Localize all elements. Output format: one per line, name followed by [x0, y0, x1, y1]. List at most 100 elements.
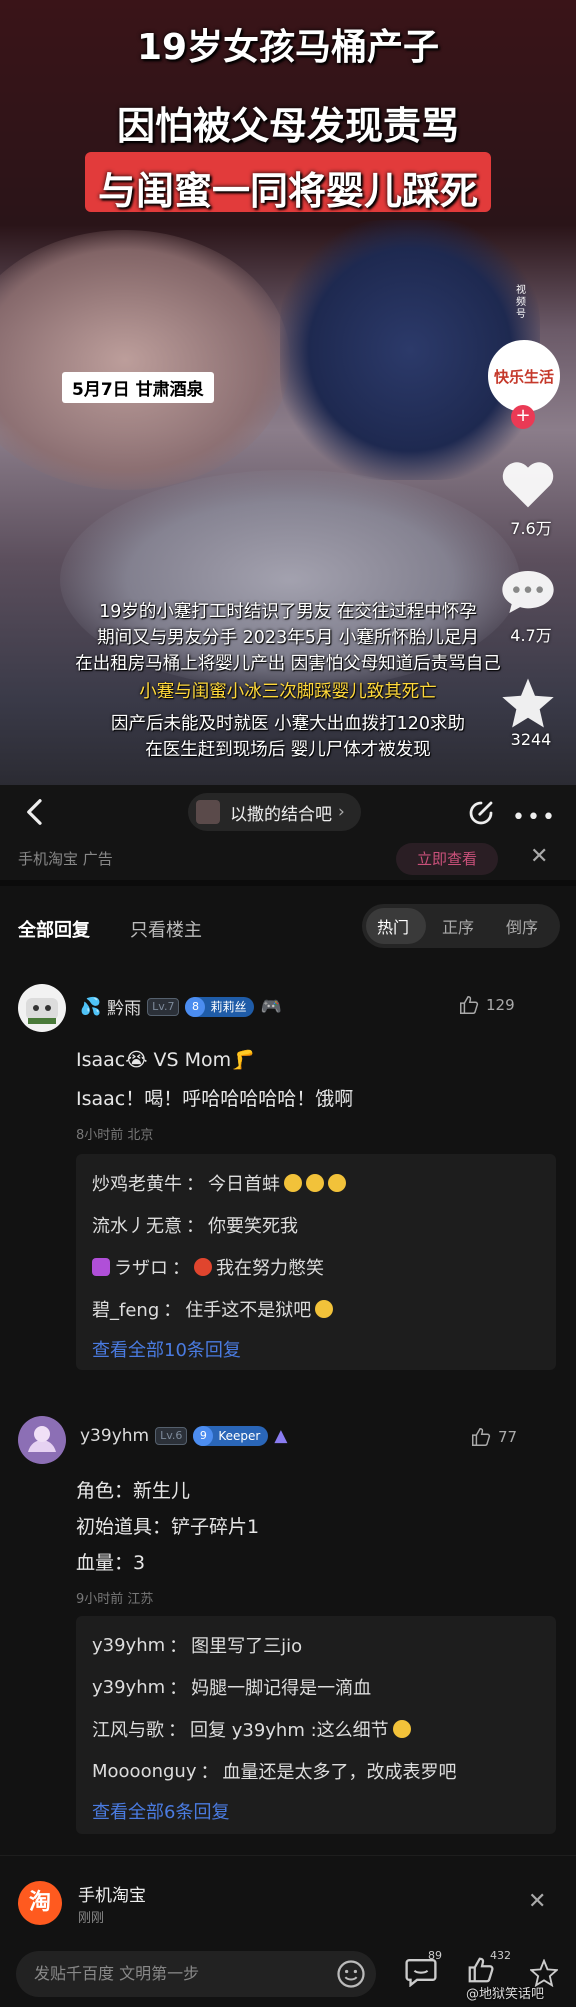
chevron-right-icon: ›	[338, 802, 345, 822]
follow-plus-icon[interactable]: +	[511, 405, 535, 429]
more-icon[interactable]: •••	[512, 805, 557, 830]
emoji-icon	[194, 1258, 212, 1276]
reply-text: 血量还是太多了，改成表罗吧	[222, 1762, 457, 1783]
avatar-image	[18, 1416, 66, 1464]
watermark: @地狱笑话吧	[466, 1987, 545, 2002]
reply-separator: ：	[163, 1300, 182, 1321]
user-avatar-icon	[92, 1258, 110, 1276]
ad-label: 手机淘宝 广告	[18, 850, 113, 868]
reply-separator: ：	[169, 1678, 188, 1699]
location-tag: 5月7日 甘肃酒泉	[62, 372, 214, 403]
reply-item[interactable]: 江风与歌：回复 y39yhm :这么细节	[92, 1716, 411, 1742]
reply-text: 图里写了三jio	[191, 1636, 303, 1657]
reply-item[interactable]: Moooonguy：血量还是太多了，改成表罗吧	[92, 1758, 456, 1784]
reply-thread: 炒鸡老黄牛：今日首蚌 流水丿无意：你要笑死我 ラザロ：我在努力憋笑 碧_feng…	[76, 1154, 556, 1370]
sort-ascending[interactable]: 正序	[442, 914, 474, 938]
subtitle-line: 19岁的小蹇打工时结识了男友 在交往过程中怀孕	[99, 602, 477, 622]
view-all-replies-link[interactable]: 查看全部6条回复	[92, 1798, 229, 1824]
reply-text: 住手这不是狱吧	[185, 1300, 312, 1321]
reply-item[interactable]: 碧_feng：住手这不是狱吧	[92, 1296, 334, 1322]
reply-author: y39yhm	[92, 1676, 166, 1698]
reply-separator: ：	[172, 1258, 190, 1279]
level-badge: Lv.6	[155, 1427, 188, 1445]
notification-time: 刚刚	[78, 1911, 105, 1926]
fan-badge-number: 8	[185, 996, 206, 1017]
comment-author-row: y39yhm Lv.6 9 Keeper ▲	[80, 1426, 287, 1446]
comment-item: 💦 黔雨 Lv.7 8 莉莉丝 🎮 129 Isaac😭 VS Mom🦵 Isaa…	[0, 966, 576, 1396]
forum-avatar	[196, 800, 220, 824]
forum-name-chip[interactable]: 以撒的结合吧 ›	[188, 793, 361, 831]
close-icon[interactable]: ✕	[528, 1889, 546, 1914]
comment-meta: 8小时前 北京	[76, 1128, 154, 1143]
forum-name: 以撒的结合吧	[230, 804, 332, 825]
reply-thread: y39yhm：图里写了三jio y39yhm：妈腿一脚记得是一滴血 江风与歌：回…	[76, 1616, 556, 1834]
video-title-line-3: 与闺蜜一同将婴儿踩死	[97, 169, 479, 213]
back-arrow-icon[interactable]	[22, 797, 48, 827]
subtitle-line-highlight: 小蹇与闺蜜小冰三次脚踩婴儿致其死亡	[139, 682, 437, 702]
reply-separator: ：	[200, 1762, 219, 1783]
sort-hot[interactable]: 热门	[377, 914, 409, 938]
ad-view-button[interactable]: 立即查看	[396, 843, 498, 875]
tab-op-only[interactable]: 只看楼主	[130, 916, 202, 942]
emoji-icon[interactable]	[336, 1959, 366, 1989]
like-count: 77	[498, 1428, 518, 1446]
comment-meta: 9小时前 江苏	[76, 1592, 154, 1607]
reply-input[interactable]: 发贴千百度 文明第一步	[16, 1951, 376, 1997]
like-button[interactable]: 129	[458, 994, 515, 1016]
reply-text: 你要笑死我	[208, 1216, 298, 1237]
reply-text: 妈腿一脚记得是一滴血	[191, 1678, 372, 1699]
author-avatar[interactable]: 快乐生活	[488, 340, 560, 412]
avatar-image	[26, 998, 58, 1024]
level-badge: Lv.7	[147, 997, 180, 1016]
reply-item[interactable]: 流水丿无意：你要笑死我	[92, 1212, 298, 1238]
close-icon[interactable]: ✕	[530, 844, 548, 869]
reply-item[interactable]: y39yhm：妈腿一脚记得是一滴血	[92, 1674, 371, 1700]
fan-badge: 9 Keeper	[193, 1426, 269, 1446]
edit-icon[interactable]	[466, 798, 496, 828]
reply-item[interactable]: y39yhm：图里写了三jio	[92, 1632, 302, 1658]
comment-count: 4.7万	[510, 626, 552, 645]
fan-badge-label: 莉莉丝	[210, 1000, 247, 1014]
sort-toggle: 热门 正序 倒序	[362, 904, 560, 948]
fan-badge-label: Keeper	[218, 1429, 261, 1443]
reply-separator: ：	[186, 1174, 204, 1195]
comment-author-row: 💦 黔雨 Lv.7 8 莉莉丝 🎮	[80, 994, 282, 1019]
sort-descending[interactable]: 倒序	[506, 914, 538, 938]
comment-icon[interactable]	[500, 568, 556, 616]
thumbs-up-icon	[460, 996, 479, 1014]
like-count: 7.6万	[510, 519, 552, 538]
reply-author: Moooonguy	[92, 1760, 197, 1782]
view-all-replies-link[interactable]: 查看全部10条回复	[92, 1336, 241, 1362]
subtitle-line: 在医生赶到现场后 婴儿尸体才被发现	[145, 740, 431, 760]
comment-text: 初始道具：铲子碎片1	[76, 1516, 260, 1538]
avatar[interactable]	[18, 984, 66, 1032]
subtitle-line: 因产后未能及时就医 小蹇大出血拨打120求助	[111, 714, 465, 734]
video-player[interactable]: 19岁女孩马桶产子 因怕被父母发现责骂 与闺蜜一同将婴儿踩死 5月7日 甘肃酒泉…	[0, 0, 576, 785]
emoji-icon	[306, 1174, 324, 1192]
username[interactable]: 黔雨	[107, 994, 141, 1019]
star-icon[interactable]	[500, 676, 556, 730]
avatar[interactable]	[18, 1416, 66, 1464]
reply-author: y39yhm	[92, 1634, 166, 1656]
comment-text: 角色：新生儿	[76, 1480, 191, 1502]
reply-item[interactable]: 炒鸡老黄牛：今日首蚌	[92, 1170, 346, 1196]
reply-separator: ：	[168, 1720, 186, 1741]
like-count: 432	[490, 1949, 511, 1962]
comment-count: 89	[428, 1949, 442, 1962]
fan-badge-number: 9	[193, 1426, 214, 1446]
heart-icon[interactable]	[500, 458, 556, 510]
tab-all-replies[interactable]: 全部回复	[18, 916, 90, 942]
subtitle-line: 在出租房马桶上将婴儿产出 因害怕父母知道后责骂自己	[75, 654, 501, 674]
channel-tag: 视频号	[516, 285, 526, 320]
like-button[interactable]: 77	[470, 1426, 517, 1448]
droplet-icon: 💦	[80, 996, 102, 1017]
reply-item[interactable]: ラザロ： 我在努力憋笑	[92, 1254, 324, 1280]
notification-app-name: 手机淘宝	[78, 1886, 146, 1906]
gamepad-icon: 🎮	[260, 996, 282, 1017]
fan-badge: 8 莉莉丝	[185, 996, 255, 1017]
video-title-line-2: 因怕被父母发现责骂	[116, 104, 460, 148]
reply-author: 炒鸡老黄牛	[92, 1174, 182, 1195]
subtitle-line: 期间又与男友分手 2023年5月 小蹇所怀胎儿足月	[97, 628, 479, 648]
app-notification[interactable]: 淘 手机淘宝 刚刚 ✕	[0, 1875, 576, 1935]
username[interactable]: y39yhm	[80, 1426, 149, 1446]
